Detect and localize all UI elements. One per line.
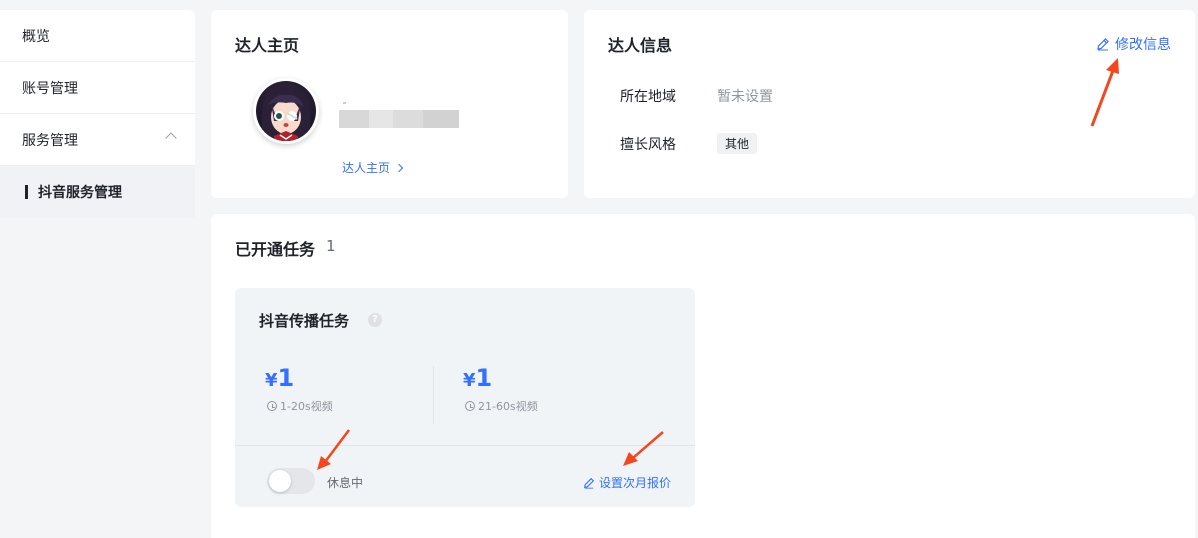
edit-icon [1097, 38, 1109, 51]
help-icon[interactable]: ? [368, 313, 382, 327]
price-short: ¥1 [265, 364, 294, 392]
task-count: 1 [326, 237, 336, 255]
toggle-knob [269, 470, 291, 492]
price-long: ¥1 [463, 364, 492, 392]
edit-icon [584, 477, 595, 489]
sidebar-item-label: 服务管理 [22, 132, 78, 149]
clock-icon [267, 401, 277, 411]
sidebar: 概览 账号管理 服务管理 抖音服务管理 [0, 10, 195, 218]
card-title: 达人信息 [608, 36, 673, 55]
edit-info-button[interactable]: 修改信息 [1096, 34, 1171, 54]
card-title: 达人主页 [235, 36, 300, 55]
douyin-task-card: 抖音传播任务 ? ¥1 1-20s视频 ¥1 21-60s视频 休息中 设置次月… [235, 288, 695, 507]
influencer-info-card: 达人信息 修改信息 所在地域 暂未设置 擅长风格 其他 [584, 10, 1195, 198]
avatar [253, 78, 319, 144]
region-value: 暂未设置 [717, 89, 773, 105]
duration-label: 1-20s视频 [280, 400, 333, 413]
chevron-right-icon [394, 163, 404, 172]
set-price-label: 设置次月报价 [598, 476, 671, 490]
active-indicator [25, 185, 28, 199]
annotation-arrow [623, 431, 664, 466]
chevron-up-icon [165, 132, 177, 144]
home-link[interactable]: 达人主页 [342, 159, 404, 176]
enabled-tasks-card: 已开通任务 1 抖音传播任务 ? ¥1 1-20s视频 ¥1 21-60s视频 … [211, 214, 1195, 538]
style-tag: 其他 [717, 133, 758, 154]
style-label: 擅长风格 [620, 137, 676, 153]
annotation-arrow [317, 429, 350, 470]
price-amount: 1 [475, 364, 493, 392]
set-next-month-price-button[interactable]: 设置次月报价 [583, 474, 671, 491]
sidebar-item-service[interactable]: 服务管理 [0, 114, 195, 166]
sidebar-item-label: 概览 [22, 28, 50, 45]
blurred-username [339, 110, 459, 128]
home-link-label: 达人主页 [342, 161, 391, 175]
edit-info-label: 修改信息 [1115, 37, 1171, 53]
section-title: 已开通任务 [235, 240, 316, 259]
currency-symbol: ¥ [463, 370, 476, 391]
duration-long: 21-60s视频 [465, 398, 538, 414]
annotation-arrow [1090, 58, 1119, 127]
task-status-toggle[interactable] [267, 468, 315, 494]
influencer-home-card: 达人主页 达人主页 [211, 10, 568, 198]
sidebar-item-douyin-service[interactable]: 抖音服务管理 [0, 166, 195, 218]
price-amount: 1 [277, 364, 295, 392]
duration-label: 21-60s视频 [478, 400, 538, 413]
clock-icon [465, 401, 475, 411]
toggle-status-label: 休息中 [327, 476, 364, 490]
sidebar-item-label: 账号管理 [22, 80, 78, 97]
sidebar-item-account[interactable]: 账号管理 [0, 62, 195, 114]
divider [433, 366, 434, 424]
name-decoration [343, 102, 346, 104]
region-label: 所在地域 [620, 89, 676, 105]
task-name: 抖音传播任务 [259, 312, 350, 330]
duration-short: 1-20s视频 [267, 398, 333, 414]
currency-symbol: ¥ [265, 370, 278, 391]
sidebar-item-overview[interactable]: 概览 [0, 10, 195, 62]
sidebar-item-label: 抖音服务管理 [38, 185, 122, 201]
